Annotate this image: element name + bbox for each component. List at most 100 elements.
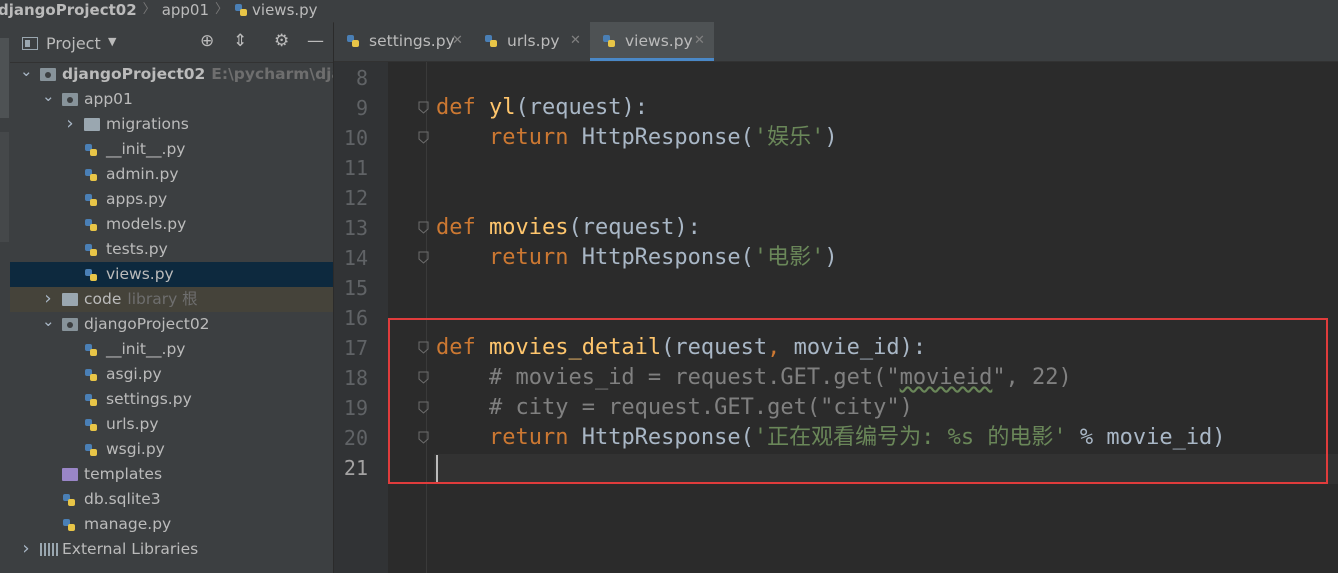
tree-item[interactable]: › External Libraries [10,537,333,562]
code-token: '电影' [753,245,825,270]
fold-marker-icon[interactable] [418,101,429,114]
code-token: ) [824,245,838,270]
close-icon[interactable]: ✕ [570,22,581,60]
python-file-icon [235,4,248,16]
breadcrumb-file-label: views.py [252,1,318,19]
editor-tab[interactable]: views.py ✕ [590,22,714,61]
breadcrumb-file[interactable]: views.py [234,0,318,20]
tree-item[interactable]: __init__.py [10,137,333,162]
code-token: return [488,125,582,150]
tree-item-label: External Libraries [62,540,199,558]
tree-item-label: db.sqlite3 [84,490,161,508]
fold-marker-icon[interactable] [418,431,429,444]
tree-item-label: templates [84,465,163,483]
python-file-icon [485,35,497,47]
chevron-down-icon[interactable]: ⌄ [42,87,55,105]
tree-item[interactable]: wsgi.py [10,437,333,462]
python-file-icon [85,269,97,281]
tree-item-label: djangoProject02 [84,315,210,333]
line-number: 9 [355,96,368,120]
module-folder-icon [40,68,56,81]
editor-tab[interactable]: urls.py ✕ [472,22,590,61]
tree-item[interactable]: admin.py [10,162,333,187]
gear-icon[interactable]: ⚙ [274,31,289,51]
line-number: 17 [343,336,368,360]
close-icon[interactable]: ✕ [452,22,463,60]
hide-panel-icon[interactable]: — [307,31,324,51]
breadcrumb-project[interactable]: djangoProject02 [0,0,137,20]
tree-item[interactable]: manage.py [10,512,333,537]
tree-item[interactable]: apps.py [10,187,333,212]
code-token: def [436,215,489,240]
line-number: 21 [343,456,368,480]
line-number: 15 [343,276,368,300]
editor-tab[interactable]: settings.py ✕ [334,22,472,61]
code-line: return HttpResponse('娱乐') [436,123,838,153]
tree-item-label: tests.py [106,240,168,258]
tree-item[interactable]: tests.py [10,237,333,262]
breadcrumb-folder[interactable]: app01 [162,0,209,20]
project-view-selector[interactable]: Project [46,34,101,53]
collapse-all-icon[interactable]: ⇕ [233,31,247,51]
strip-tab-project[interactable] [0,38,9,118]
tree-item-label: views.py [106,265,174,283]
chevron-down-icon[interactable]: ⌄ [42,312,55,330]
editor-tab-label: views.py [625,32,693,50]
fold-marker-icon[interactable] [418,401,429,414]
tree-item[interactable]: models.py [10,212,333,237]
python-file-icon [85,394,97,406]
chevron-right-icon[interactable]: › [64,112,76,136]
chevron-down-icon[interactable]: ⌄ [20,62,33,80]
tree-item[interactable]: settings.py [10,387,333,412]
tree-item[interactable]: ⌄ app01 [10,87,333,112]
python-file-icon [85,144,97,156]
tree-item[interactable]: __init__.py [10,337,333,362]
python-file-icon [85,369,97,381]
breadcrumb: djangoProject02 〉 app01 〉 views.py [0,0,1338,23]
fold-marker-icon[interactable] [418,371,429,384]
chevron-right-icon[interactable]: › [42,287,54,311]
tree-item[interactable]: › code library 根 [10,287,333,312]
breadcrumb-separator: 〉 [142,2,156,17]
module-folder-icon [62,318,78,331]
tree-item[interactable]: urls.py [10,412,333,437]
tree-item-label: settings.py [106,390,192,408]
tree-item-label: __init__.py [106,340,186,358]
fold-marker-icon[interactable] [418,251,429,264]
fold-marker-icon[interactable] [418,131,429,144]
project-toolbar: Project ▼ ⊕ ⇕ ⚙ — [10,22,333,63]
tree-item[interactable]: › migrations [10,112,333,137]
code-line: def movies(request): [436,213,701,243]
chevron-right-icon[interactable]: › [20,537,32,561]
locate-icon[interactable]: ⊕ [200,31,214,51]
tree-item-label: djangoProject02 [62,65,206,83]
editor-tab-label: settings.py [369,32,455,50]
python-file-icon [85,444,97,456]
tree-item[interactable]: asgi.py [10,362,333,387]
database-file-icon [63,494,75,506]
tree-item[interactable]: ⌄ djangoProject02 [10,312,333,337]
template-folder-icon [62,468,78,481]
editor-tabs: settings.py ✕ urls.py ✕ views.py ✕ [334,22,1338,62]
tree-item[interactable]: views.py [10,262,333,287]
code-token: HttpResponse( [581,245,754,270]
tree-item[interactable]: db.sqlite3 [10,487,333,512]
close-icon[interactable]: ✕ [694,22,705,60]
fold-marker-icon[interactable] [418,341,429,354]
highlight-annotation-box [388,318,1328,484]
tree-item[interactable]: ⌄ djangoProject02 E:\pycharm\django [10,62,333,87]
python-file-icon [85,244,97,256]
fold-marker-icon[interactable] [418,221,429,234]
tree-item-label: wsgi.py [106,440,165,458]
tree-item-label: asgi.py [106,365,162,383]
line-number: 19 [343,396,368,420]
line-number: 13 [343,216,368,240]
tree-item-label: manage.py [84,515,172,533]
tree-item[interactable]: templates [10,462,333,487]
chevron-down-icon[interactable]: ▼ [108,35,116,48]
breadcrumb-separator: 〉 [215,2,229,17]
tree-item-label: apps.py [106,190,168,208]
code-token: ) [824,125,838,150]
code-token: return [488,245,582,270]
strip-tab-structure[interactable] [0,132,9,242]
